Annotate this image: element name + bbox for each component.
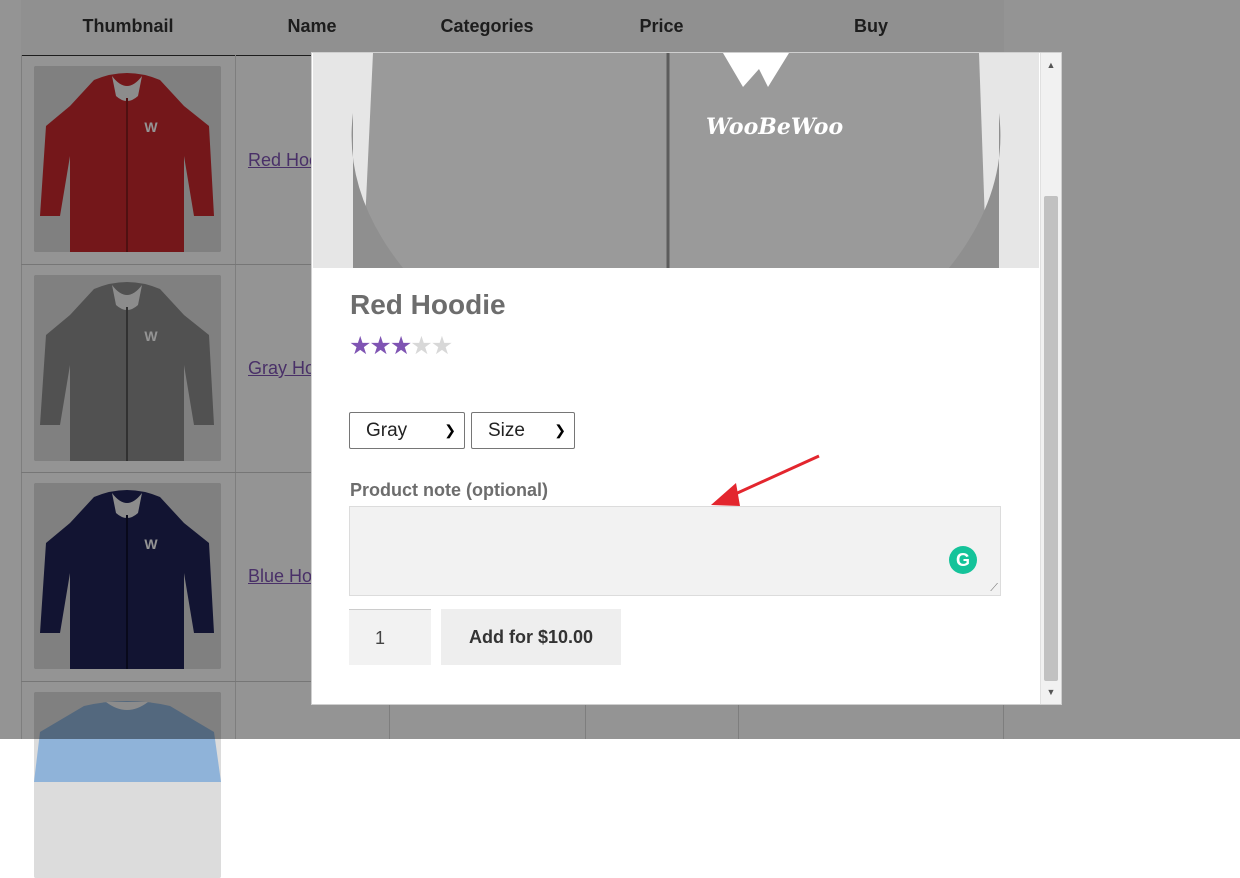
star-icon: ★ — [369, 332, 391, 360]
scrollbar-thumb[interactable] — [1044, 196, 1058, 681]
size-select[interactable]: Size ❯ — [471, 412, 575, 449]
quick-view-modal: WooBeWoo Red Hoodie ★★★★★ Gray ❯ Size ❯ … — [311, 52, 1062, 705]
scroll-down-icon[interactable]: ▼ — [1041, 682, 1061, 702]
product-note-label: Product note (optional) — [350, 480, 548, 500]
color-select[interactable]: Gray ❯ — [349, 412, 465, 449]
star-icon: ★ — [430, 332, 453, 360]
chevron-down-icon: ❯ — [554, 422, 566, 438]
quantity-input[interactable]: 1 — [349, 609, 431, 665]
star-rating: ★★★★★ — [349, 331, 453, 361]
star-icon: ★ — [389, 332, 412, 360]
resize-handle-icon[interactable]: ⟋ — [990, 583, 998, 594]
add-to-cart-button[interactable]: Add for $10.00 — [441, 609, 621, 665]
product-image: WooBeWoo — [313, 53, 1039, 268]
modal-scrollbar[interactable]: ▲ ▼ — [1040, 53, 1061, 704]
chevron-down-icon: ❯ — [444, 422, 456, 438]
star-icon: ★ — [410, 332, 432, 360]
product-note-field[interactable]: ⟋ — [349, 506, 1001, 596]
star-icon: ★ — [349, 332, 371, 360]
grammarly-icon[interactable]: G — [949, 546, 977, 574]
color-select-value: Gray — [366, 420, 408, 441]
brand-logo-text: WooBeWoo — [706, 114, 844, 140]
size-select-value: Size — [488, 420, 525, 441]
scroll-up-icon[interactable]: ▲ — [1041, 55, 1061, 75]
product-title: Red Hoodie — [350, 289, 506, 320]
